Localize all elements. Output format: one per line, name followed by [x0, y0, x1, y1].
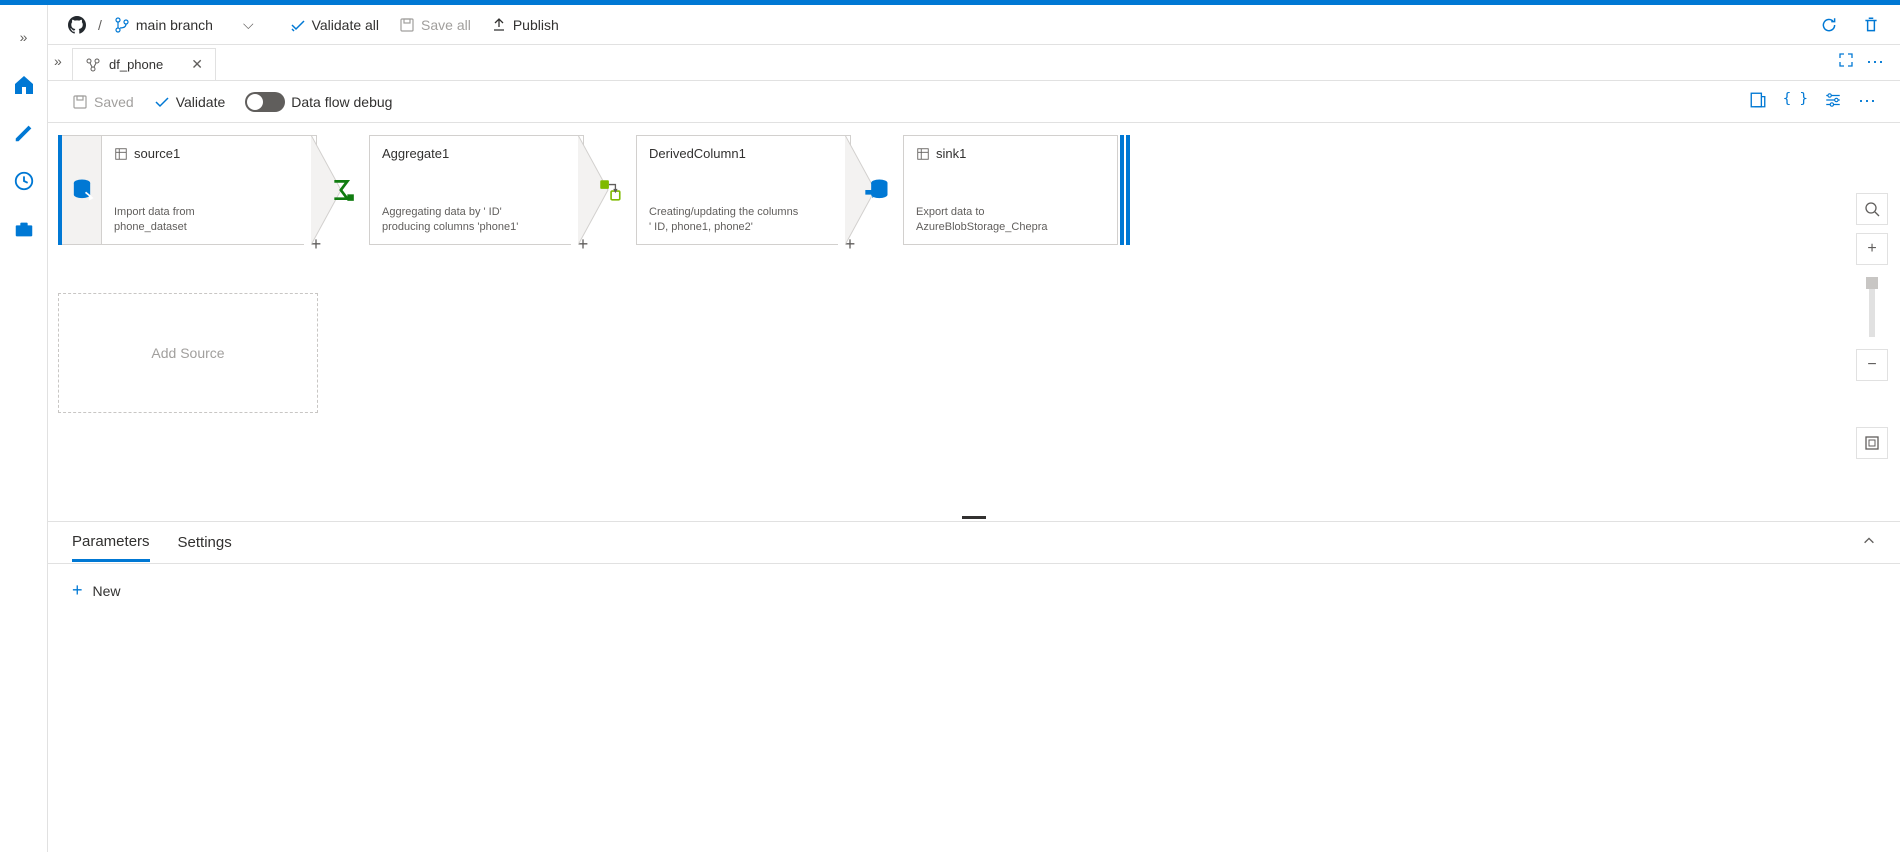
zoom-in-icon[interactable]: + [1856, 233, 1888, 265]
connector-3 [851, 135, 903, 245]
left-nav: » [0, 5, 48, 852]
panel-resize-handle[interactable] [48, 513, 1900, 521]
node-source1-desc-2: phone_dataset [114, 220, 304, 234]
node-sink1-desc-1: Export data to [916, 205, 1105, 219]
node-aggregate1-desc-2: producing columns 'phone1' [382, 220, 571, 234]
tab-label: df_phone [109, 57, 163, 72]
debug-toggle-wrap: Data flow debug [245, 92, 392, 112]
publish-label: Publish [513, 17, 559, 33]
tab-parameters[interactable]: Parameters [72, 524, 150, 562]
dataflow-canvas[interactable]: source1 Import data from phone_dataset +… [48, 123, 1900, 513]
node-derived1-desc-1: Creating/updating the columns [649, 205, 838, 219]
search-canvas-icon[interactable] [1856, 193, 1888, 225]
monitor-icon[interactable] [0, 157, 48, 205]
refresh-icon[interactable] [1812, 10, 1846, 40]
debug-label: Data flow debug [291, 94, 392, 110]
debug-toggle[interactable] [245, 92, 285, 112]
source-icon-column [62, 135, 102, 245]
collapse-panel-icon[interactable] [1862, 534, 1876, 552]
sheet-icon [916, 147, 930, 161]
validate-all-label: Validate all [312, 17, 379, 33]
bottom-tabs: Parameters Settings [48, 522, 1900, 564]
more-icon[interactable]: ⋯ [1866, 52, 1884, 73]
saved-indicator: Saved [72, 94, 134, 110]
validate-button[interactable]: Validate [154, 94, 226, 110]
zoom-slider[interactable] [1869, 277, 1875, 337]
canvas-tools: + − [1856, 193, 1888, 459]
validate-all-button[interactable]: Validate all [282, 10, 387, 40]
sheet-icon [114, 147, 128, 161]
flow-diagram: source1 Import data from phone_dataset +… [58, 135, 1130, 245]
action-bar: Saved Validate Data flow debug { } ⋯ [48, 81, 1900, 123]
node-sink1-desc-2: AzureBlobStorage_Chepra [916, 220, 1105, 234]
save-all-label: Save all [421, 17, 471, 33]
expand-panel-icon[interactable]: » [54, 53, 62, 69]
node-aggregate1[interactable]: Aggregate1 Aggregating data by ' ID' pro… [369, 135, 584, 245]
save-all-button[interactable]: Save all [391, 10, 479, 40]
main-area: / main branch ⌵ Validate all Save all Pu… [48, 5, 1900, 852]
connector-2 [584, 135, 636, 245]
node-aggregate1-title: Aggregate1 [382, 146, 449, 161]
zoom-out-icon[interactable]: − [1856, 349, 1888, 381]
author-icon[interactable] [0, 109, 48, 157]
script-icon[interactable] [1749, 91, 1767, 112]
home-icon[interactable] [0, 61, 48, 109]
node-aggregate1-desc-1: Aggregating data by ' ID' [382, 205, 571, 219]
node-derived1-desc-2: ' ID, phone1, phone2' [649, 220, 838, 234]
chevron-down-icon: ⌵ [243, 16, 254, 33]
bottom-body: + New [48, 564, 1900, 617]
database-source-icon [68, 176, 96, 204]
add-source-button[interactable]: Add Source [58, 293, 318, 413]
settings-sliders-icon[interactable] [1824, 91, 1842, 112]
validate-label: Validate [176, 94, 226, 110]
tab-strip: » df_phone ✕ ⋯ [48, 45, 1900, 81]
saved-label: Saved [94, 94, 134, 110]
delete-icon[interactable] [1854, 10, 1888, 40]
toolbar: / main branch ⌵ Validate all Save all Pu… [48, 5, 1900, 45]
aggregate-icon [327, 174, 359, 206]
node-source1-desc-1: Import data from [114, 205, 304, 219]
dataflow-icon [85, 57, 101, 73]
node-sink1[interactable]: sink1 Export data to AzureBlobStorage_Ch… [903, 135, 1118, 245]
node-sink1-title: sink1 [936, 146, 966, 161]
sink-database-icon [861, 174, 893, 206]
tab-df-phone[interactable]: df_phone ✕ [72, 48, 216, 80]
breadcrumb-separator: / [98, 17, 102, 33]
publish-button[interactable]: Publish [483, 10, 567, 40]
node-derived1[interactable]: DerivedColumn1 Creating/updating the col… [636, 135, 851, 245]
add-source-label: Add Source [151, 345, 224, 361]
github-icon[interactable] [60, 10, 94, 40]
bottom-panel: Parameters Settings + New [48, 521, 1900, 852]
expand-nav-icon[interactable]: » [0, 13, 48, 61]
end-bracket [1120, 135, 1124, 245]
node-source1-title: source1 [134, 146, 180, 161]
connector-1 [317, 135, 369, 245]
branch-name-label: main branch [136, 17, 213, 33]
tab-settings[interactable]: Settings [178, 525, 232, 560]
close-tab-icon[interactable]: ✕ [191, 56, 203, 73]
node-source1[interactable]: source1 Import data from phone_dataset + [102, 135, 317, 245]
new-label: New [93, 583, 121, 599]
maximize-icon[interactable] [1838, 52, 1854, 73]
node-derived1-title: DerivedColumn1 [649, 146, 746, 161]
json-icon[interactable]: { } [1783, 91, 1808, 112]
fit-to-screen-icon[interactable] [1856, 427, 1888, 459]
manage-icon[interactable] [0, 205, 48, 253]
branch-selector[interactable]: main branch ⌵ [106, 10, 262, 40]
plus-icon: + [72, 580, 83, 601]
more-actions-icon[interactable]: ⋯ [1858, 91, 1876, 112]
new-parameter-button[interactable]: + New [72, 580, 1876, 601]
end-bracket-2 [1126, 135, 1130, 245]
derived-column-icon [594, 174, 626, 206]
